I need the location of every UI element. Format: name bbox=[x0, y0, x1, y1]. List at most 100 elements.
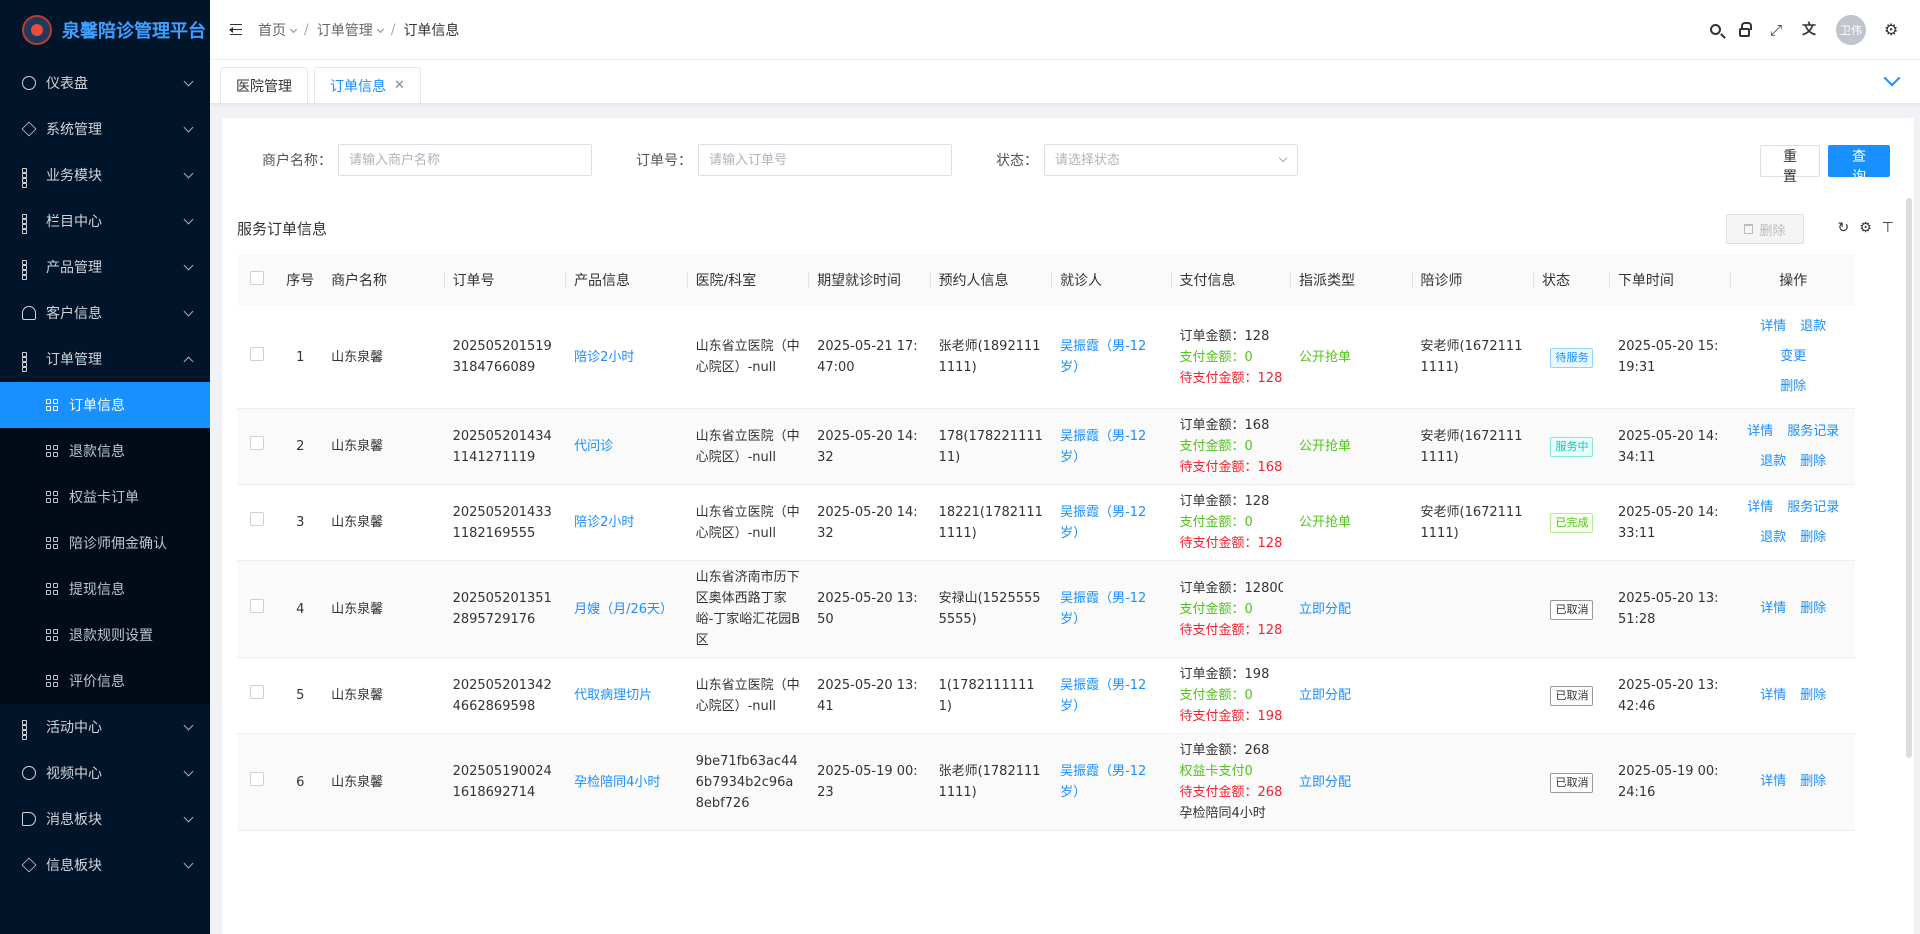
submenu-item[interactable]: 权益卡订单 bbox=[0, 474, 210, 520]
tag-order-info[interactable]: 订单信息 ✕ bbox=[314, 67, 421, 103]
submenu-item[interactable]: 陪诊师佣金确认 bbox=[0, 520, 210, 566]
row-checkbox[interactable] bbox=[250, 512, 265, 526]
chevron-down-icon bbox=[183, 812, 194, 822]
row-action-link[interactable]: 退款 bbox=[1760, 530, 1786, 545]
row-action-link[interactable]: 删除 bbox=[1800, 530, 1826, 545]
sidebar-item[interactable]: 客户信息 bbox=[0, 290, 210, 336]
table-row: 3 山东泉馨 2025052014331182169555 陪诊2小时 山东省立医院（中… bbox=[237, 484, 1855, 561]
row-action-link[interactable]: 删除 bbox=[1800, 688, 1826, 703]
row-action-link[interactable]: 退款 bbox=[1800, 319, 1826, 334]
payment-info: 订单金额：168 支付金额：0 待支付金额：168 bbox=[1171, 408, 1291, 485]
row-action-link[interactable]: 详情 bbox=[1760, 319, 1786, 334]
merchant-name: 山东泉馨 bbox=[323, 484, 445, 561]
patient-link[interactable]: 吴振霞（男-12岁） bbox=[1052, 733, 1172, 831]
close-icon[interactable]: ✕ bbox=[394, 78, 405, 93]
fullscreen-icon[interactable]: ⤢ bbox=[1768, 22, 1784, 38]
row-action-link[interactable]: 变更 bbox=[1780, 349, 1806, 364]
patient-link[interactable]: 吴振霞（男-12岁） bbox=[1052, 484, 1172, 561]
product-link[interactable]: 陪诊2小时 bbox=[566, 484, 688, 561]
menu-fold-icon[interactable] bbox=[226, 23, 242, 37]
row-checkbox[interactable] bbox=[250, 598, 265, 613]
sidebar-item[interactable]: 活动中心 bbox=[0, 704, 210, 750]
row-action-link[interactable]: 详情 bbox=[1747, 500, 1773, 515]
row-action-link[interactable]: 删除 bbox=[1800, 454, 1826, 469]
row-action-link[interactable]: 详情 bbox=[1760, 688, 1786, 703]
select-all-checkbox[interactable] bbox=[250, 271, 265, 285]
sidebar-item[interactable]: 业务模块 bbox=[0, 152, 210, 198]
payment-line: 支付金额：0 bbox=[1179, 439, 1253, 454]
reset-button[interactable]: 重 置 bbox=[1760, 145, 1820, 185]
grid-icon bbox=[22, 352, 36, 372]
submenu-item[interactable]: 退款规则设置 bbox=[0, 612, 210, 658]
chevron-down-icon[interactable] bbox=[1883, 69, 1901, 87]
submenu-item[interactable]: 退款信息 bbox=[0, 428, 210, 474]
merchant-input[interactable] bbox=[338, 144, 592, 176]
sidebar-item[interactable]: 系统管理 bbox=[0, 106, 210, 152]
lock-icon[interactable] bbox=[1739, 21, 1752, 37]
escort-info bbox=[1412, 733, 1534, 831]
patient-link[interactable]: 吴振霞（男-12岁） bbox=[1052, 306, 1172, 409]
column-header: 就诊人 bbox=[1052, 254, 1173, 306]
created-time: 2025-05-20 14:33:11 bbox=[1609, 484, 1732, 561]
sidebar-item[interactable]: 信息板块 bbox=[0, 842, 210, 888]
chevron-down-icon bbox=[183, 766, 194, 776]
row-action-link[interactable]: 详情 bbox=[1760, 601, 1786, 616]
patient-link[interactable]: 吴振霞（男-12岁） bbox=[1052, 560, 1172, 658]
row-action-link[interactable]: 详情 bbox=[1747, 424, 1773, 439]
payment-line: 订单金额：268 bbox=[1179, 743, 1270, 758]
submenu-item[interactable]: 提现信息 bbox=[0, 566, 210, 612]
gear-icon[interactable]: ⚙ bbox=[1884, 21, 1900, 38]
product-link[interactable]: 月嫂（月/26天） bbox=[566, 560, 688, 658]
tag-hospital-management[interactable]: 医院管理 bbox=[220, 67, 308, 103]
sidebar-item[interactable]: 订单管理 bbox=[0, 336, 210, 382]
grid-icon bbox=[22, 260, 36, 280]
chevron-down-icon bbox=[376, 25, 384, 33]
row-action-link[interactable]: 服务记录 bbox=[1787, 424, 1839, 439]
refresh-icon[interactable]: ↻ bbox=[1838, 220, 1850, 236]
row-checkbox[interactable] bbox=[250, 346, 265, 361]
breadcrumb-order-management[interactable]: 订单管理 bbox=[317, 20, 384, 40]
search-icon[interactable] bbox=[1710, 24, 1721, 35]
sidebar-item[interactable]: 栏目中心 bbox=[0, 198, 210, 244]
row-action-link[interactable]: 服务记录 bbox=[1787, 500, 1839, 515]
row-action-link[interactable]: 删除 bbox=[1780, 379, 1806, 394]
product-link[interactable]: 代取病理切片 bbox=[566, 657, 688, 734]
order-no-input[interactable] bbox=[698, 144, 952, 176]
row-action-link[interactable]: 详情 bbox=[1760, 774, 1786, 789]
row-action-link[interactable]: 删除 bbox=[1800, 774, 1826, 789]
status-select[interactable] bbox=[1044, 144, 1298, 176]
patient-link[interactable]: 吴振霞（男-12岁） bbox=[1052, 657, 1172, 734]
payment-line: 支付金额：0 bbox=[1179, 601, 1253, 617]
order-number: 2025052013424662869598 bbox=[444, 657, 567, 734]
gear-icon[interactable]: ⚙ bbox=[1859, 220, 1872, 236]
scrollbar[interactable] bbox=[1906, 198, 1912, 758]
product-link[interactable]: 孕检陪同4小时 bbox=[566, 733, 688, 831]
row-action-link[interactable]: 退款 bbox=[1760, 454, 1786, 469]
row-checkbox[interactable] bbox=[250, 771, 265, 786]
product-link[interactable]: 代问诊 bbox=[566, 408, 688, 485]
query-button[interactable]: 查 询 bbox=[1828, 145, 1890, 185]
sidebar-item[interactable]: 视频中心 bbox=[0, 750, 210, 796]
breadcrumb-home[interactable]: 首页 bbox=[258, 20, 298, 40]
payment-line: 待支付金额：128 bbox=[1179, 536, 1283, 551]
row-checkbox[interactable] bbox=[250, 685, 265, 699]
row-checkbox[interactable] bbox=[250, 436, 265, 450]
logo[interactable]: 泉馨陪诊管理平台 bbox=[0, 0, 210, 60]
batch-delete-button[interactable]: 删除 bbox=[1726, 214, 1804, 244]
sidebar-item[interactable]: 仪表盘 bbox=[0, 60, 210, 106]
column-height-icon[interactable]: ⊤ bbox=[1882, 220, 1894, 236]
patient-link[interactable]: 吴振霞（男-12岁） bbox=[1052, 408, 1172, 485]
avatar[interactable]: 卫伟 bbox=[1836, 14, 1866, 45]
sidebar-item[interactable]: 消息板块 bbox=[0, 796, 210, 842]
translate-icon[interactable]: 文 bbox=[1802, 22, 1818, 38]
breadcrumb-current: 订单信息 bbox=[403, 22, 460, 39]
payment-line: 待支付金额：128 bbox=[1179, 370, 1283, 386]
table-row: 2 山东泉馨 2025052014341141271119 代问诊 山东省立医院（中心院… bbox=[237, 408, 1855, 485]
product-link[interactable]: 陪诊2小时 bbox=[566, 306, 688, 409]
row-action-link[interactable]: 删除 bbox=[1800, 601, 1826, 616]
logo-icon bbox=[22, 15, 52, 45]
sidebar-item-label: 消息板块 bbox=[46, 812, 102, 828]
submenu-item[interactable]: 订单信息 bbox=[0, 382, 210, 428]
submenu-item[interactable]: 评价信息 bbox=[0, 658, 210, 704]
sidebar-item[interactable]: 产品管理 bbox=[0, 244, 210, 290]
